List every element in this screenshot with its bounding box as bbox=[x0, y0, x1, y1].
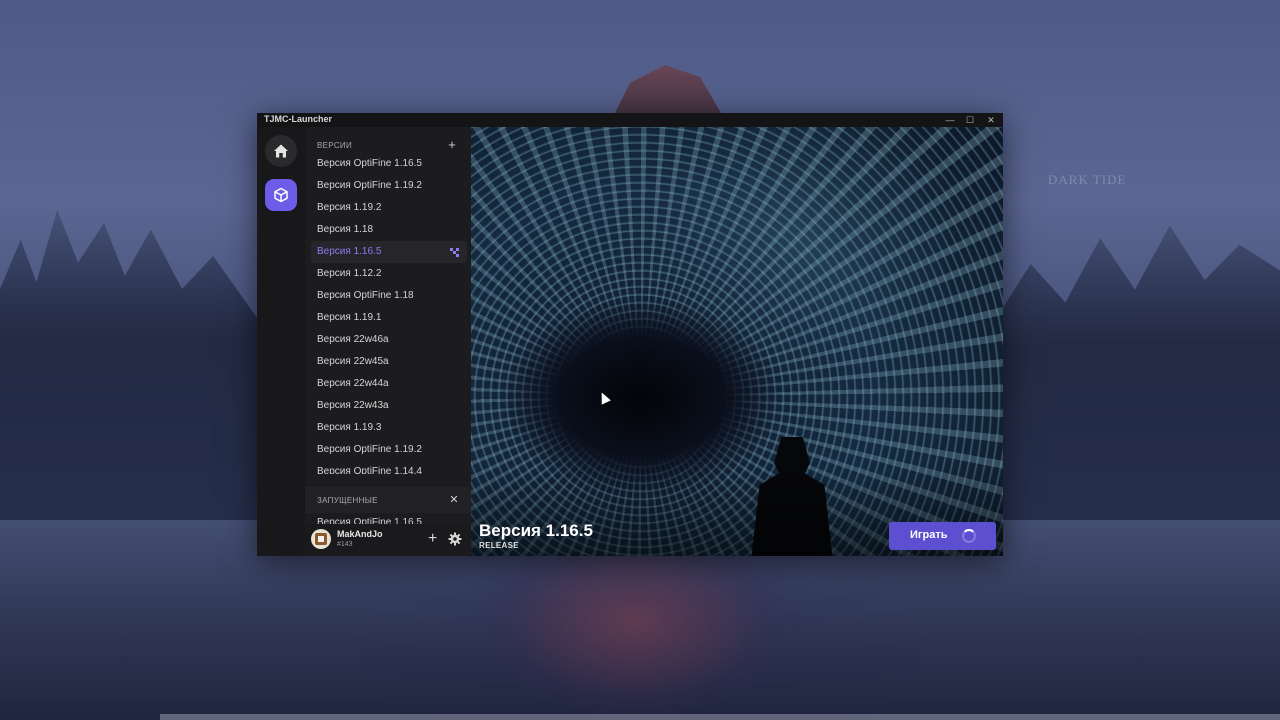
add-version-button[interactable]: + bbox=[445, 138, 459, 152]
taskbar-strip bbox=[160, 714, 1280, 720]
versions-header: ВЕРСИИ bbox=[317, 141, 352, 150]
version-item[interactable]: Версия 22w45a bbox=[311, 351, 467, 373]
background-forest-right bbox=[990, 225, 1280, 520]
hero-version-type: RELEASE bbox=[479, 541, 519, 550]
version-label: Версия OptiFine 1.18 bbox=[317, 290, 414, 301]
version-item[interactable]: Версия OptiFine 1.19.2 bbox=[311, 439, 467, 461]
version-item[interactable]: Версия 1.19.2 bbox=[311, 197, 467, 219]
version-item-selected[interactable]: Версия 1.16.5 bbox=[311, 241, 467, 263]
version-label: Версия 1.18 bbox=[317, 224, 374, 235]
versions-list[interactable]: Версия OptiFine 1.16.5 Версия OptiFine 1… bbox=[311, 153, 467, 474]
nav-rail bbox=[257, 127, 305, 556]
user-name: MakAndJo bbox=[337, 529, 383, 539]
play-button[interactable]: Играть bbox=[889, 522, 996, 550]
loading-spinner-icon bbox=[962, 529, 976, 543]
version-item[interactable]: Версия 22w43a bbox=[311, 395, 467, 417]
close-running-button[interactable]: ✕ bbox=[447, 493, 461, 507]
user-tag: #143 bbox=[337, 541, 353, 548]
home-button[interactable] bbox=[265, 135, 297, 167]
version-item[interactable]: Версия 1.19.1 bbox=[311, 307, 467, 329]
version-label: Версия OptiFine 1.14.4 bbox=[317, 466, 422, 474]
running-header: ЗАПУЩЕННЫЕ bbox=[317, 496, 378, 505]
close-window-button[interactable]: ✕ bbox=[981, 113, 1001, 127]
version-item[interactable]: Версия OptiFine 1.18 bbox=[311, 285, 467, 307]
versions-nav-button[interactable] bbox=[265, 179, 297, 211]
version-item[interactable]: Версия 22w44a bbox=[311, 373, 467, 395]
launcher-window: TJMC-Launcher — ☐ ✕ ВЕРСИИ + Версия Opti… bbox=[257, 113, 1003, 556]
hero-version-title: Версия 1.16.5 bbox=[479, 521, 593, 540]
version-label: Версия 1.19.3 bbox=[317, 422, 382, 433]
version-item[interactable]: Версия OptiFine 1.19.2 bbox=[311, 175, 467, 197]
version-label: Версия 22w44a bbox=[317, 378, 389, 389]
version-label: Версия 1.12.2 bbox=[317, 268, 382, 279]
background-figure bbox=[470, 555, 800, 720]
version-hero: Версия 1.16.5 RELEASE Играть bbox=[471, 127, 1003, 556]
version-label: Версия 22w45a bbox=[317, 356, 389, 367]
version-item[interactable]: Версия 1.19.3 bbox=[311, 417, 467, 439]
version-item[interactable]: Версия OptiFine 1.14.4 bbox=[311, 461, 467, 474]
version-label: Версия 22w46a bbox=[317, 334, 389, 345]
add-account-button[interactable]: + bbox=[428, 531, 437, 547]
title-bar: TJMC-Launcher — ☐ ✕ bbox=[257, 113, 1003, 127]
window-title: TJMC-Launcher bbox=[264, 114, 333, 124]
background-watermark: DARK TIDE bbox=[1048, 172, 1127, 187]
user-bar: MakAndJo #143 + bbox=[305, 524, 471, 556]
avatar-block-inner bbox=[318, 536, 324, 542]
home-icon bbox=[274, 144, 288, 158]
version-item[interactable]: Версия 22w46a bbox=[311, 329, 467, 351]
selected-grid-icon bbox=[450, 248, 459, 257]
minimize-button[interactable]: — bbox=[940, 113, 960, 127]
avatar[interactable] bbox=[311, 529, 331, 549]
maximize-button[interactable]: ☐ bbox=[960, 113, 980, 127]
version-label: Версия 1.19.2 bbox=[317, 202, 382, 213]
version-item[interactable]: Версия 1.18 bbox=[311, 219, 467, 241]
play-button-label: Играть bbox=[910, 529, 948, 541]
background-forest-left bbox=[0, 209, 260, 520]
version-label: Версия 1.19.1 bbox=[317, 312, 382, 323]
version-item[interactable]: Версия OptiFine 1.16.5 bbox=[311, 153, 467, 175]
version-item[interactable]: Версия 1.12.2 bbox=[311, 263, 467, 285]
version-label: Версия 1.16.5 bbox=[317, 246, 382, 257]
gear-icon[interactable] bbox=[448, 532, 462, 546]
versions-panel: ВЕРСИИ + Версия OptiFine 1.16.5 Версия O… bbox=[305, 127, 471, 556]
running-section-bar: ЗАПУЩЕННЫЕ ✕ bbox=[305, 487, 471, 513]
cube-icon bbox=[274, 187, 288, 203]
version-label: Версия 22w43a bbox=[317, 400, 389, 411]
version-label: Версия OptiFine 1.16.5 bbox=[317, 158, 422, 169]
version-label: Версия OptiFine 1.19.2 bbox=[317, 444, 422, 455]
version-label: Версия OptiFine 1.19.2 bbox=[317, 180, 422, 191]
